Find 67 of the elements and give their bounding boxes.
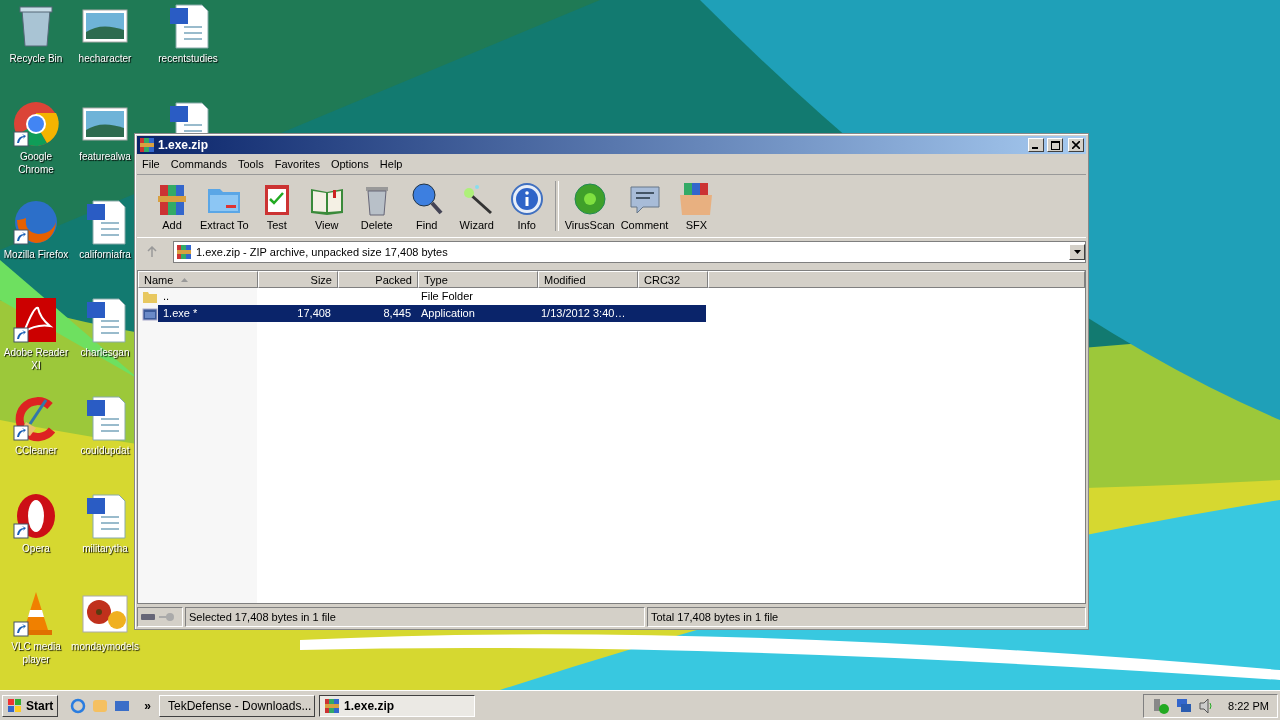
toolbar-button[interactable]: VirusScan — [561, 181, 618, 231]
desktop-icon-label[interactable]: recentstudies — [158, 52, 218, 65]
close-icon — [1072, 141, 1080, 149]
toolbar-button[interactable]: View — [301, 181, 352, 231]
toolbar-button[interactable]: Test — [251, 181, 302, 231]
desktop-icon-label[interactable]: Mozilla Firefox — [3, 248, 69, 261]
toolbar-button[interactable]: Add — [147, 181, 197, 231]
up-arrow-icon — [146, 246, 158, 258]
column-header[interactable]: Modified — [538, 271, 638, 288]
status-text: Total 17,408 bytes in 1 file — [651, 611, 779, 623]
application-icon — [142, 305, 158, 322]
address-field[interactable]: 1.exe.zip - ZIP archive, unpacked size 17,408 bytes — [173, 241, 1086, 263]
column-header[interactable]: CRC32 — [638, 271, 708, 288]
start-button[interactable]: Start — [2, 694, 59, 717]
dropdown-button[interactable] — [1069, 244, 1085, 260]
network-icon — [1176, 697, 1193, 714]
minimize-button[interactable] — [1028, 138, 1044, 152]
menu-item[interactable]: Tools — [233, 158, 270, 170]
table-cell: 8,445 — [336, 305, 416, 322]
toolbar-button[interactable]: Delete — [351, 181, 402, 231]
menu-item[interactable]: Favorites — [269, 158, 326, 170]
table-cell-text: .. — [162, 289, 171, 304]
drive-icon — [141, 613, 155, 621]
toolbar-button[interactable]: Extract To — [197, 181, 252, 231]
browser-icon[interactable] — [70, 697, 87, 714]
window-title: 1.exe.zip — [158, 138, 210, 152]
taskbar-button[interactable]: TekDefense - Downloads... — [159, 694, 316, 717]
taskbar-button[interactable]: 1.exe.zip — [319, 694, 476, 717]
app-icon — [139, 137, 155, 153]
archive-icon — [176, 244, 192, 260]
box-icon — [678, 181, 715, 217]
desktop-icon-label[interactable]: Google Chrome — [1, 150, 71, 176]
toolbar-button[interactable]: Comment — [617, 181, 672, 231]
toolbar-button[interactable]: Wizard — [451, 181, 502, 231]
table-cell: 17,408 — [256, 305, 336, 322]
desktop-icon-label[interactable]: californiafra — [79, 248, 131, 261]
table-cell-text: File Folder — [420, 289, 474, 304]
windows-logo-icon — [7, 697, 23, 714]
column-header[interactable]: Size — [258, 271, 338, 288]
menu-item[interactable]: Options — [325, 158, 375, 170]
column-header[interactable]: Name — [138, 271, 258, 288]
close-button[interactable] — [1068, 138, 1084, 152]
sort-arrow-icon — [181, 277, 189, 282]
maximize-button[interactable] — [1047, 138, 1063, 152]
desktop-icon-label[interactable]: featurealwa — [79, 150, 131, 163]
menu-item[interactable]: Help — [374, 158, 409, 170]
maximize-icon — [1050, 140, 1060, 150]
info-icon — [508, 181, 545, 217]
more-button[interactable]: » — [144, 698, 152, 713]
table-cell: 1/13/2012 3:40… — [536, 305, 636, 322]
toolbar-button[interactable]: Info — [501, 181, 552, 231]
desktop-icon-label[interactable]: hecharacter — [78, 52, 132, 65]
caret-icon — [1073, 250, 1081, 254]
speaker-icon — [1198, 697, 1215, 714]
table-cell: Application — [416, 305, 536, 322]
column-header[interactable]: Type — [418, 271, 538, 288]
selection-highlight — [636, 305, 706, 322]
column-header[interactable]: Packed — [338, 271, 418, 288]
menu-item[interactable]: Commands — [165, 158, 233, 170]
status-text: Selected 17,408 bytes in 1 file — [189, 611, 336, 623]
desktop-icon-label[interactable]: Recycle Bin — [9, 52, 63, 65]
archive-icon — [324, 697, 341, 714]
toolbar-button[interactable]: Find — [401, 181, 452, 231]
table-cell: 1.exe * — [158, 305, 256, 322]
toolbar-button[interactable]: SFX — [671, 181, 722, 231]
clock: 8:22 PM — [1228, 699, 1269, 712]
menu-item[interactable]: File — [137, 158, 166, 170]
